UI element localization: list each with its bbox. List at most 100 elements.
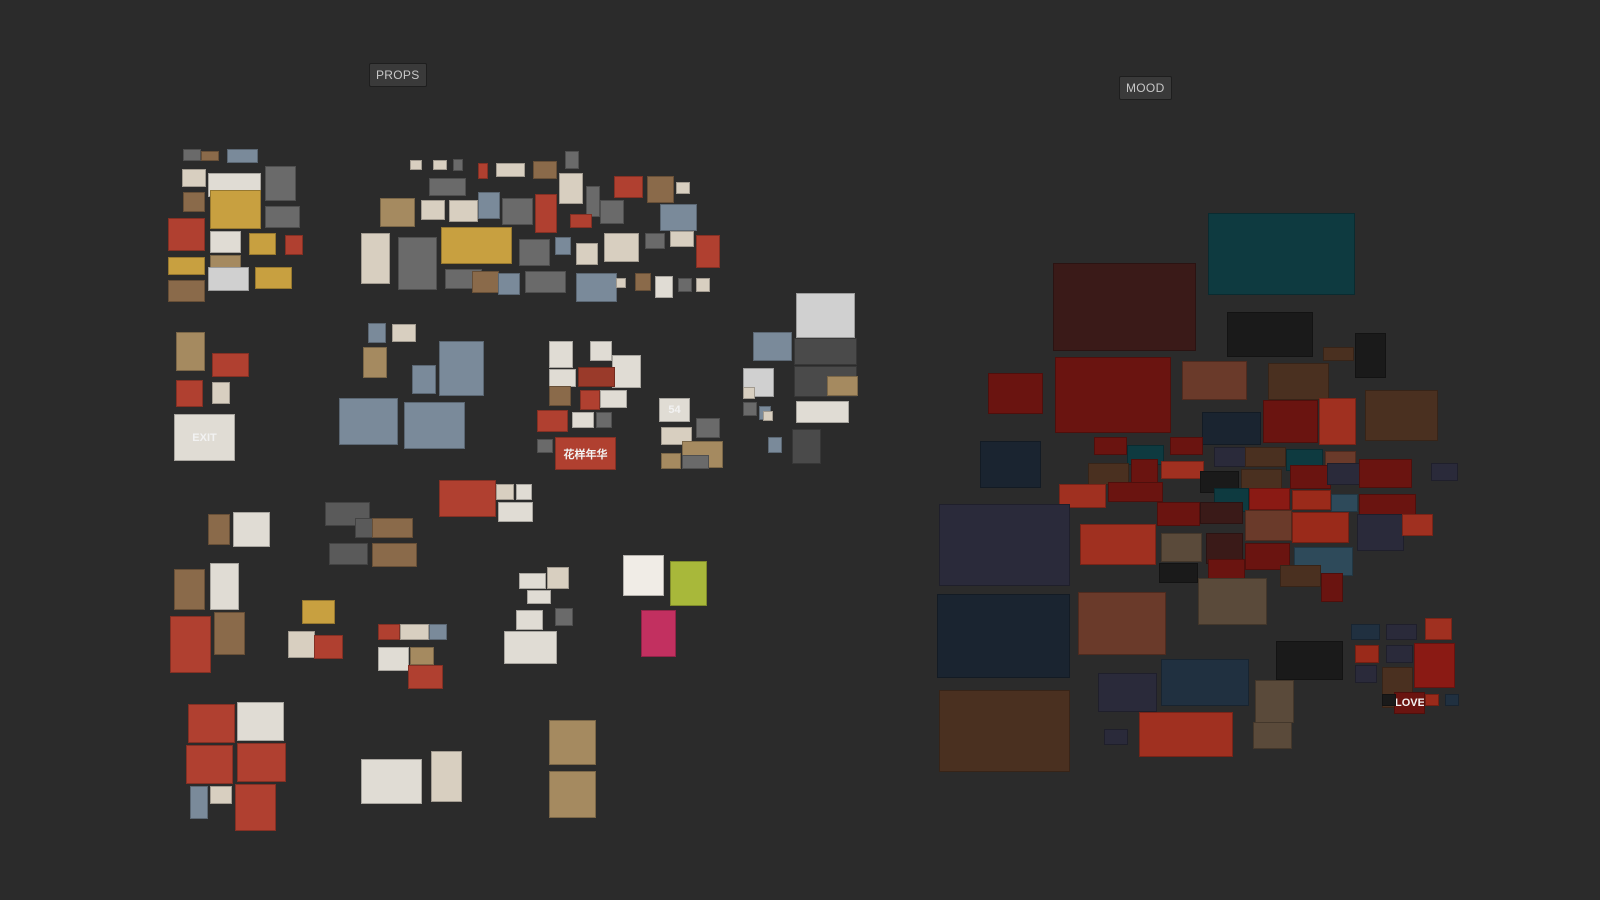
props-image-thumb[interactable] — [527, 590, 551, 604]
props-image-thumb[interactable] — [645, 233, 665, 249]
mood-image-thumb[interactable]: LOVE — [1394, 692, 1425, 714]
props-image-thumb[interactable] — [498, 502, 533, 522]
mood-image-thumb[interactable] — [1202, 412, 1261, 445]
props-image-thumb[interactable] — [549, 386, 571, 406]
props-image-thumb[interactable] — [235, 784, 276, 831]
mood-image-thumb[interactable] — [1078, 592, 1166, 655]
props-image-thumb[interactable] — [378, 624, 400, 640]
props-image-thumb[interactable] — [647, 176, 674, 203]
mood-image-thumb[interactable] — [1157, 502, 1200, 526]
props-image-thumb[interactable] — [410, 160, 422, 170]
mood-image-thumb[interactable] — [939, 690, 1070, 772]
mood-image-thumb[interactable] — [1327, 463, 1360, 485]
props-image-thumb[interactable] — [676, 182, 690, 194]
props-image-thumb[interactable] — [763, 411, 773, 421]
props-image-thumb[interactable] — [519, 239, 550, 266]
props-image-thumb[interactable] — [168, 218, 205, 251]
props-image-thumb[interactable] — [678, 278, 692, 292]
mood-image-thumb[interactable] — [980, 441, 1041, 488]
props-image-thumb[interactable] — [265, 206, 300, 228]
mood-image-thumb[interactable] — [1108, 482, 1163, 502]
mood-image-thumb[interactable] — [1161, 533, 1202, 562]
mood-image-thumb[interactable] — [1268, 363, 1329, 400]
props-image-thumb[interactable] — [614, 176, 643, 198]
props-image-thumb[interactable] — [449, 200, 478, 222]
props-image-thumb[interactable] — [580, 390, 600, 410]
mood-image-thumb[interactable] — [1425, 694, 1439, 706]
props-image-thumb[interactable] — [183, 192, 205, 212]
mood-image-thumb[interactable] — [1292, 512, 1349, 543]
props-image-thumb[interactable] — [525, 271, 566, 293]
props-image-thumb[interactable] — [233, 512, 270, 547]
mood-image-thumb[interactable] — [1094, 437, 1127, 455]
props-image-thumb[interactable] — [796, 293, 855, 338]
props-image-thumb[interactable] — [404, 402, 465, 449]
mood-image-thumb[interactable] — [1249, 488, 1290, 510]
props-image-thumb[interactable] — [302, 600, 335, 624]
mood-image-thumb[interactable] — [1445, 694, 1459, 706]
props-image-thumb[interactable] — [368, 323, 386, 343]
props-image-thumb[interactable] — [496, 163, 525, 177]
props-image-thumb[interactable] — [210, 786, 232, 804]
mood-image-thumb[interactable] — [1425, 618, 1452, 640]
props-image-thumb[interactable]: 54 — [659, 398, 690, 422]
mood-image-thumb[interactable] — [988, 373, 1043, 414]
props-image-thumb[interactable] — [537, 439, 553, 453]
props-image-thumb[interactable] — [576, 273, 617, 302]
mood-image-thumb[interactable] — [1290, 465, 1331, 489]
mood-image-thumb[interactable] — [1208, 213, 1355, 295]
props-image-thumb[interactable] — [174, 569, 205, 610]
mood-image-thumb[interactable] — [1355, 645, 1379, 663]
props-image-thumb[interactable] — [504, 631, 557, 664]
props-image-thumb[interactable] — [372, 518, 413, 538]
mood-image-thumb[interactable] — [1357, 514, 1404, 551]
props-image-thumb[interactable] — [265, 166, 296, 201]
props-image-thumb[interactable] — [170, 616, 211, 673]
props-image-thumb[interactable] — [372, 543, 417, 567]
mood-image-thumb[interactable] — [937, 594, 1070, 678]
props-image-thumb[interactable] — [641, 610, 676, 657]
props-image-thumb[interactable] — [586, 186, 600, 217]
props-image-thumb[interactable] — [743, 387, 755, 399]
mood-image-thumb[interactable] — [1431, 463, 1458, 481]
props-image-thumb[interactable] — [559, 173, 583, 204]
props-image-thumb[interactable] — [183, 149, 201, 161]
mood-image-thumb[interactable] — [1198, 578, 1267, 625]
props-image-thumb[interactable] — [212, 353, 249, 377]
mood-image-thumb[interactable] — [1355, 333, 1386, 378]
mood-image-thumb[interactable] — [1139, 712, 1233, 757]
props-image-thumb[interactable] — [380, 198, 415, 227]
props-image-thumb[interactable] — [753, 332, 792, 361]
props-image-thumb[interactable] — [496, 484, 514, 500]
mood-image-thumb[interactable] — [1331, 494, 1358, 512]
props-image-thumb[interactable] — [237, 743, 286, 782]
props-image-thumb[interactable] — [168, 280, 205, 302]
moodboard-canvas[interactable]: PROPS MOOD EXIT 花样年华 54 LOVE — [0, 0, 1600, 900]
props-image-thumb[interactable] — [285, 235, 303, 255]
mood-image-thumb[interactable] — [1182, 361, 1247, 400]
mood-image-thumb[interactable] — [1053, 263, 1196, 351]
mood-image-thumb[interactable] — [1414, 643, 1455, 688]
props-image-thumb[interactable] — [439, 480, 496, 517]
props-image-thumb[interactable] — [398, 237, 437, 290]
mood-image-thumb[interactable] — [1080, 524, 1156, 565]
props-image-thumb[interactable] — [743, 402, 757, 416]
mood-image-thumb[interactable] — [1055, 357, 1171, 433]
mood-image-thumb[interactable] — [1351, 624, 1380, 640]
props-image-thumb[interactable] — [498, 273, 520, 295]
group-label-props[interactable]: PROPS — [369, 63, 427, 87]
mood-image-thumb[interactable] — [1200, 502, 1243, 524]
mood-image-thumb[interactable] — [1321, 573, 1343, 602]
props-image-thumb[interactable] — [408, 665, 443, 689]
props-image-thumb[interactable] — [168, 257, 205, 275]
props-image-thumb[interactable] — [696, 418, 720, 438]
mood-image-thumb[interactable] — [1386, 624, 1417, 640]
props-image-thumb[interactable] — [212, 382, 230, 404]
props-image-thumb[interactable] — [537, 410, 568, 432]
props-image-thumb[interactable] — [176, 332, 205, 371]
props-image-thumb[interactable] — [623, 555, 664, 596]
props-image-thumb[interactable] — [794, 338, 857, 365]
props-image-thumb[interactable] — [188, 704, 235, 743]
props-image-thumb[interactable] — [478, 163, 488, 179]
props-image-thumb[interactable] — [210, 231, 241, 253]
